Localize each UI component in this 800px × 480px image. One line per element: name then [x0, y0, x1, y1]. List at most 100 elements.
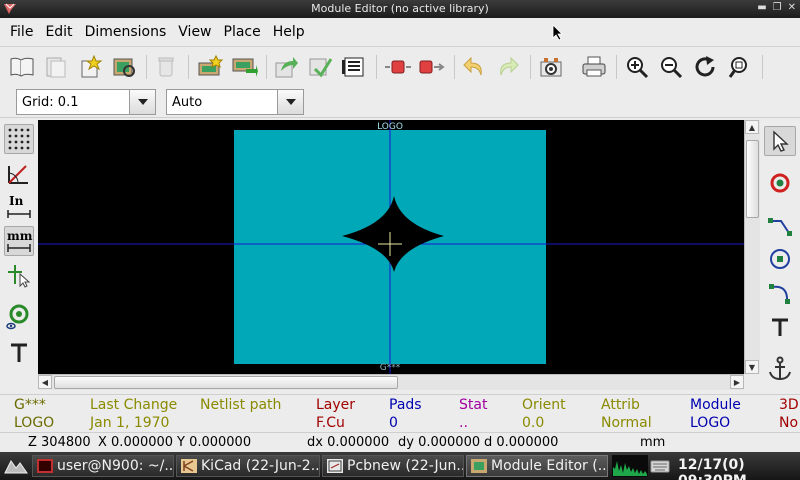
cursor-shape-icon	[8, 265, 31, 288]
select-tool-button[interactable]	[764, 126, 796, 156]
chevron-down-icon[interactable]	[129, 90, 155, 114]
export-button[interactable]	[272, 53, 300, 81]
vertical-scroll-thumb[interactable]	[746, 140, 759, 218]
load-module-button[interactable]	[110, 53, 138, 81]
start-menu-icon[interactable]	[3, 456, 29, 476]
open-library-button[interactable]	[8, 53, 36, 81]
open-library-icon	[10, 57, 34, 77]
polar-coords-button[interactable]	[4, 158, 34, 188]
info-value: Normal	[601, 415, 652, 431]
undo-button[interactable]	[460, 53, 488, 81]
scroll-right-icon[interactable]: ▶	[730, 375, 744, 389]
info-column: G*** LOGO	[14, 396, 54, 432]
pad-icon	[770, 173, 790, 193]
pad-settings-button[interactable]	[384, 53, 412, 81]
zoom-out-button[interactable]	[658, 53, 686, 81]
units-inch-button[interactable]: In	[4, 192, 34, 222]
new-module-button[interactable]	[76, 53, 104, 81]
anchor-settings-icon	[419, 60, 445, 74]
info-column: Orient 0.0	[522, 396, 566, 432]
scroll-left-icon[interactable]: ◀	[38, 375, 52, 389]
zoom-in-button[interactable]	[624, 53, 652, 81]
dx-readout: dx 0.000000	[307, 435, 390, 450]
taskbar-clock[interactable]: 12/17(0) 09:30PM	[678, 457, 800, 480]
mouse-cursor-icon	[552, 24, 563, 41]
drawing-canvas[interactable]: LOGO G***	[38, 120, 744, 374]
load-module-icon	[113, 58, 135, 77]
import-button[interactable]	[306, 53, 334, 81]
info-header: Orient	[522, 397, 566, 413]
horizontal-scrollbar[interactable]: ◀ ▶	[38, 374, 744, 390]
show-grid-button[interactable]	[4, 124, 34, 154]
add-arc-button[interactable]	[764, 278, 796, 308]
add-text-button[interactable]	[764, 312, 796, 342]
maximize-icon[interactable]: ❐	[773, 2, 782, 13]
cursor-shape-button[interactable]	[4, 260, 34, 290]
info-column: Stat..	[459, 396, 487, 432]
insert-footprint-button[interactable]	[230, 53, 258, 81]
add-pad-button[interactable]	[764, 168, 796, 198]
units-mm-button[interactable]: mm	[4, 226, 34, 256]
print-button[interactable]	[580, 53, 608, 81]
task-label: Module Editor (...	[491, 458, 608, 474]
taskbar: user@N900: ~/... KiCad (22-Jun-2... Pcbn…	[0, 452, 800, 480]
redraw-button[interactable]	[692, 53, 720, 81]
settings-button[interactable]	[538, 53, 566, 81]
info-column: Module LOGO	[690, 396, 741, 432]
zoom-fit-button[interactable]	[726, 53, 754, 81]
import-icon	[309, 58, 333, 78]
chevron-down-icon[interactable]	[277, 90, 303, 114]
scroll-down-icon[interactable]: ▼	[745, 360, 759, 374]
info-header: G***	[14, 397, 46, 413]
new-footprint-icon	[198, 55, 224, 76]
zoom-select[interactable]: Auto	[166, 89, 304, 115]
add-line-button[interactable]	[764, 212, 796, 242]
delete-module-button[interactable]	[152, 53, 180, 81]
menu-view[interactable]: View	[172, 24, 217, 40]
settings-icon	[540, 58, 562, 77]
redo-icon	[500, 56, 519, 76]
info-value: LOGO	[14, 415, 55, 431]
redo-button[interactable]	[494, 53, 522, 81]
show-pads-sketch-button[interactable]	[4, 302, 34, 332]
anchor-settings-button[interactable]	[418, 53, 446, 81]
info-header: Attrib	[601, 397, 640, 413]
grid-select[interactable]: Grid: 0.1	[16, 89, 156, 115]
y-readout: Y 0.000000	[177, 435, 252, 450]
arc-icon	[769, 284, 790, 304]
menu-edit[interactable]: Edit	[39, 24, 78, 40]
inch-units-label: In	[9, 194, 24, 208]
keyboard-icon[interactable]	[650, 458, 670, 474]
add-circle-button[interactable]	[764, 244, 796, 274]
menu-file[interactable]: File	[4, 24, 39, 40]
menu-help[interactable]: Help	[267, 24, 311, 40]
select-arrow-icon	[773, 130, 789, 152]
menu-dimensions[interactable]: Dimensions	[79, 24, 173, 40]
close-icon[interactable]: ✕	[788, 2, 796, 13]
place-anchor-button[interactable]	[764, 354, 796, 384]
minimize-icon[interactable]: ▬	[757, 2, 766, 13]
show-text-sketch-button[interactable]	[4, 338, 34, 368]
dy-readout: dy 0.000000	[398, 435, 481, 450]
insert-footprint-icon	[232, 58, 258, 77]
info-value: F.Cu	[316, 415, 345, 431]
task-kicad[interactable]: KiCad (22-Jun-2...	[176, 455, 320, 477]
save-library-button[interactable]	[42, 53, 70, 81]
task-pcbnew[interactable]: Pcbnew (22-Jun...	[322, 455, 464, 477]
task-terminal[interactable]: user@N900: ~/...	[32, 455, 174, 477]
pad-settings-icon	[385, 60, 411, 74]
module-editor-icon	[471, 459, 487, 473]
properties-button[interactable]	[340, 53, 368, 81]
task-module-editor[interactable]: Module Editor (...	[466, 455, 608, 477]
info-column: Last Change Jan 1, 1970	[90, 396, 177, 432]
vertical-scrollbar[interactable]: ▲ ▼	[744, 120, 760, 374]
menu-bar: File Edit Dimensions View Place Help	[0, 18, 800, 46]
text-icon	[772, 318, 788, 336]
horizontal-scroll-thumb[interactable]	[54, 376, 398, 389]
zoom-out-icon	[661, 57, 683, 79]
scroll-up-icon[interactable]: ▲	[745, 120, 759, 134]
delete-icon	[158, 57, 174, 77]
info-value: No	[779, 415, 799, 431]
menu-place[interactable]: Place	[218, 24, 267, 40]
new-footprint-button[interactable]	[196, 53, 224, 81]
